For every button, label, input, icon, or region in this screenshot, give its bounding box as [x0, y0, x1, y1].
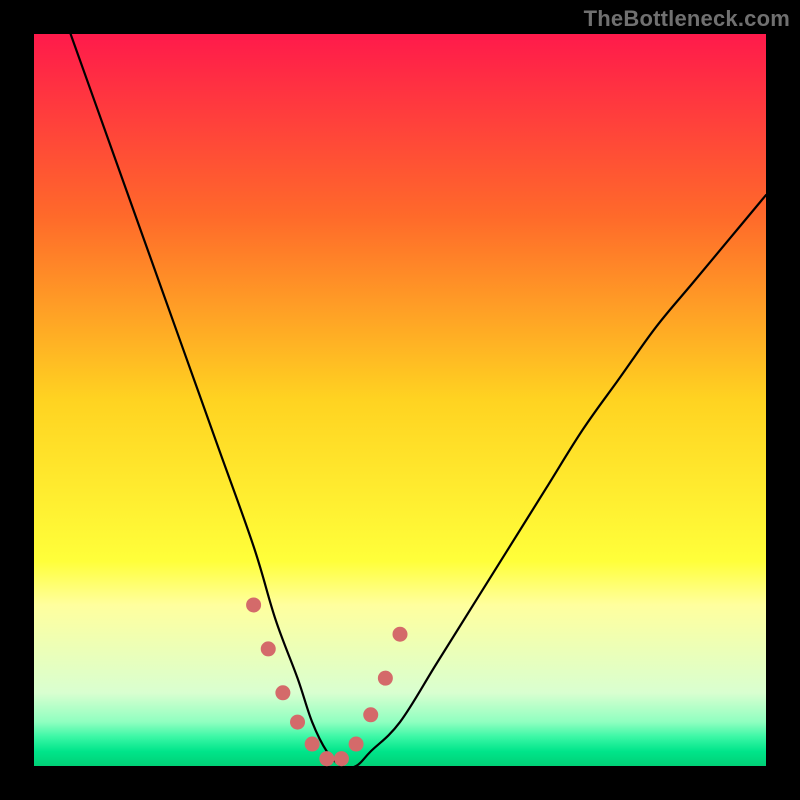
- plot-background: [34, 34, 766, 766]
- bottleneck-chart: [0, 0, 800, 800]
- chart-frame: TheBottleneck.com: [0, 0, 800, 800]
- watermark-text: TheBottleneck.com: [584, 6, 790, 32]
